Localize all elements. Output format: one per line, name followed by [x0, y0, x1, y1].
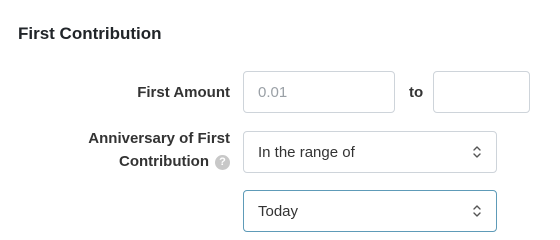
- anniversary-label-line2-row: Contribution ?: [119, 151, 230, 173]
- first-amount-from-input[interactable]: [243, 71, 395, 113]
- date-select-value: Today: [258, 202, 299, 220]
- anniversary-label-line2: Contribution: [119, 153, 209, 170]
- range-select-value: In the range of: [258, 143, 355, 161]
- question-circle-icon[interactable]: ?: [215, 154, 230, 170]
- chevron-up-down-icon: [472, 203, 482, 219]
- first-amount-to-input[interactable]: [433, 71, 530, 113]
- chevron-up-down-icon: [472, 144, 482, 160]
- section-title: First Contribution: [18, 24, 162, 43]
- first-contribution-panel: First Contribution First Amount to Anniv…: [0, 0, 560, 240]
- date-select[interactable]: Today: [243, 190, 497, 232]
- anniversary-label-line1: Anniversary of First: [88, 130, 230, 147]
- first-amount-label: First Amount: [137, 84, 230, 101]
- to-label: to: [409, 84, 424, 101]
- range-select[interactable]: In the range of: [243, 131, 497, 173]
